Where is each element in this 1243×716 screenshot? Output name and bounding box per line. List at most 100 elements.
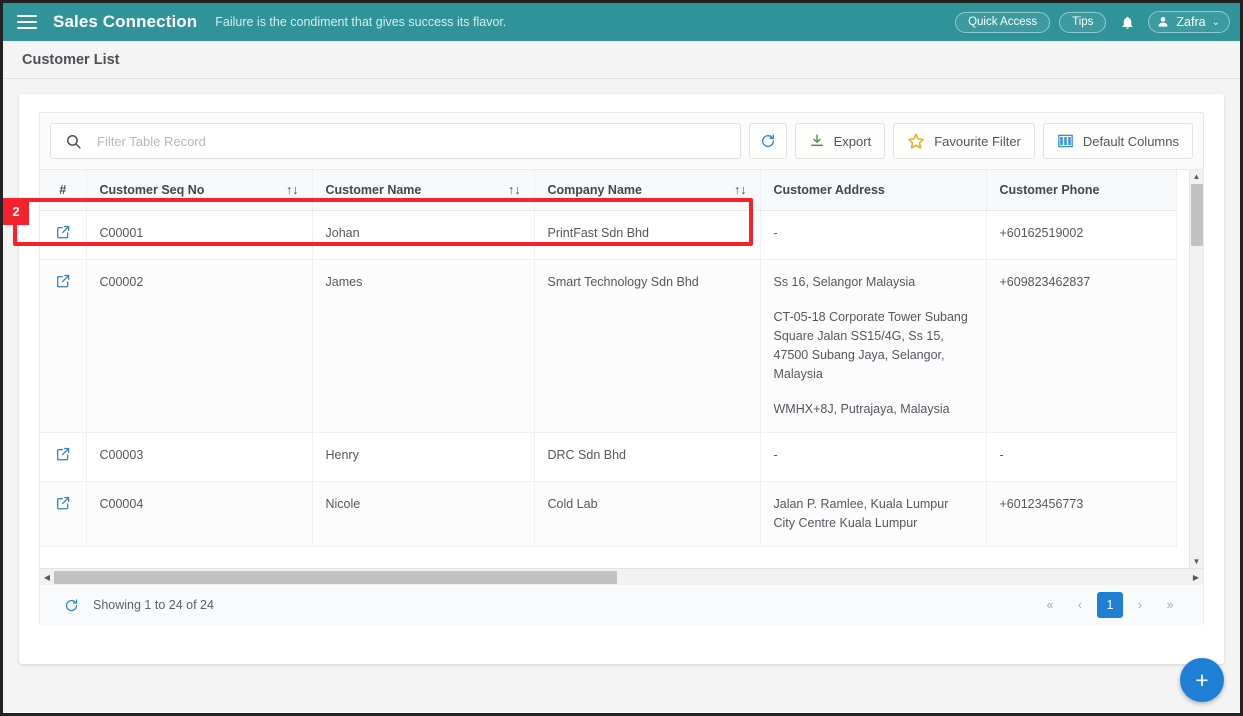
export-label: Export	[833, 133, 872, 149]
column-header-customer-name[interactable]: Customer Name ↑↓	[312, 170, 535, 211]
open-record-icon[interactable]	[55, 273, 71, 289]
hamburger-menu-icon[interactable]	[17, 14, 37, 30]
app-window: Sales Connection Failure is the condimen…	[0, 0, 1243, 716]
cell-customer-phone: +60123456773	[986, 481, 1177, 547]
address-line: -	[773, 225, 778, 240]
column-header-index: #	[40, 170, 87, 211]
column-header-customer-address: Customer Address	[760, 170, 987, 211]
column-label: Customer Phone	[999, 182, 1100, 197]
table-header-row: # Customer Seq No ↑↓ Customer Name ↑↓ Co…	[40, 170, 1177, 211]
column-label: #	[59, 182, 67, 197]
cell-customer-address: -	[760, 432, 987, 482]
download-icon	[810, 134, 823, 146]
search-icon	[67, 134, 81, 149]
address-line: -	[773, 447, 778, 462]
customer-table: # Customer Seq No ↑↓ Customer Name ↑↓ Co…	[40, 170, 1177, 547]
cell-customer-address: -	[760, 210, 987, 260]
table-row[interactable]: C00001 Johan PrintFast Sdn Bhd - +6016251900…	[40, 210, 1177, 260]
pagination-last-button[interactable]: »	[1157, 592, 1183, 618]
customer-list-card: Export Favourite Filter	[19, 94, 1224, 664]
cell-customer-phone: -	[986, 432, 1177, 482]
scroll-left-arrow-icon[interactable]: ◀	[40, 573, 54, 582]
open-in-new-icon[interactable]	[55, 224, 71, 240]
table-horizontal-scrollbar[interactable]: ◀ ▶	[40, 568, 1203, 585]
showing-summary: Showing 1 to 24 of 24	[64, 598, 214, 613]
quick-access-button[interactable]: Quick Access	[955, 11, 1051, 33]
notification-bell-icon[interactable]	[1115, 10, 1139, 34]
row-action-cell[interactable]	[40, 481, 87, 547]
cell-customer-seq-no: C00001	[86, 210, 313, 260]
open-in-new-icon[interactable]	[55, 495, 71, 511]
favourite-filter-button[interactable]: Favourite Filter	[893, 123, 1035, 159]
avatar-icon	[1159, 17, 1168, 27]
sort-icon[interactable]: ↑↓	[286, 183, 299, 197]
scroll-right-arrow-icon[interactable]: ▶	[1189, 573, 1203, 582]
table-scroll-area: # Customer Seq No ↑↓ Customer Name ↑↓ Co…	[40, 170, 1203, 568]
cell-customer-seq-no: C00002	[86, 259, 313, 433]
pagination-next-button[interactable]: ›	[1127, 592, 1153, 618]
refresh-icon[interactable]	[64, 598, 79, 613]
cell-customer-name: Johan	[312, 210, 535, 260]
filter-search-box[interactable]	[50, 123, 741, 159]
pagination-page-1[interactable]: 1	[1097, 592, 1123, 618]
showing-text: Showing 1 to 24 of 24	[93, 598, 214, 612]
page-header: Customer List	[3, 41, 1240, 79]
table-container: Export Favourite Filter	[39, 112, 1204, 625]
pagination: « ‹ 1 › »	[1037, 592, 1183, 618]
cell-customer-phone: +609823462837	[986, 259, 1177, 433]
open-record-icon[interactable]	[55, 224, 71, 240]
add-customer-fab-button[interactable]: +	[1180, 658, 1224, 702]
table-head: # Customer Seq No ↑↓ Customer Name ↑↓ Co…	[40, 170, 1177, 211]
open-record-icon[interactable]	[55, 495, 71, 511]
cell-customer-address: Ss 16, Selangor Malaysia CT-05-18 Corpora…	[760, 259, 987, 433]
plus-icon: +	[1195, 666, 1209, 693]
column-label: Customer Address	[773, 182, 885, 197]
column-header-customer-seq-no[interactable]: Customer Seq No ↑↓	[86, 170, 313, 211]
column-label: Customer Seq No	[99, 182, 205, 197]
scroll-up-arrow-icon[interactable]: ▲	[1190, 170, 1203, 183]
default-columns-button[interactable]: Default Columns	[1042, 123, 1193, 159]
cell-company-name: Smart Technology Sdn Bhd	[534, 259, 761, 433]
row-action-cell[interactable]	[40, 210, 87, 260]
tips-button[interactable]: Tips	[1059, 11, 1107, 33]
horizontal-scroll-track[interactable]	[54, 570, 1189, 585]
annotation-step-badge: 2	[3, 198, 29, 225]
row-action-cell[interactable]	[40, 432, 87, 482]
default-columns-label: Default Columns	[1082, 133, 1179, 149]
user-menu-button[interactable]: Zafra ⌄	[1148, 11, 1230, 33]
app-tagline: Failure is the condiment that gives succ…	[215, 15, 507, 29]
vertical-scroll-thumb[interactable]	[1191, 184, 1203, 246]
table-row[interactable]: C00003 Henry DRC Sdn Bhd - -	[40, 432, 1177, 482]
search-wrapper	[50, 123, 741, 159]
cell-customer-address: Jalan P. Ramlee, Kuala Lumpur City Centr…	[760, 481, 987, 547]
export-button[interactable]: Export	[794, 123, 886, 159]
pagination-first-button[interactable]: «	[1037, 592, 1063, 618]
column-header-company-name[interactable]: Company Name ↑↓	[534, 170, 761, 211]
cell-company-name: PrintFast Sdn Bhd	[534, 210, 761, 260]
sort-icon[interactable]: ↑↓	[508, 183, 521, 197]
table-row[interactable]: C00004 Nicole Cold Lab Jalan P. Ramlee, Kua…	[40, 481, 1177, 547]
scroll-down-arrow-icon[interactable]: ▼	[1190, 555, 1203, 568]
user-name-label: Zafra	[1176, 15, 1206, 29]
table-body: C00001 Johan PrintFast Sdn Bhd - +6016251900…	[40, 210, 1177, 547]
top-navigation-bar: Sales Connection Failure is the condimen…	[3, 3, 1240, 41]
column-label: Customer Name	[325, 182, 422, 197]
sort-icon[interactable]: ↑↓	[734, 183, 747, 197]
filter-table-record-input[interactable]	[95, 132, 740, 150]
open-record-icon[interactable]	[55, 446, 71, 462]
horizontal-scroll-thumb[interactable]	[54, 570, 617, 584]
cell-customer-phone: +60162519002	[986, 210, 1177, 260]
row-action-cell[interactable]	[40, 259, 87, 433]
chevron-down-icon: ⌄	[1211, 16, 1220, 28]
cell-customer-seq-no: C00004	[86, 481, 313, 547]
open-in-new-icon[interactable]	[55, 446, 71, 462]
table-row[interactable]: C00002 James Smart Technology Sdn Bhd Ss 16…	[40, 259, 1177, 433]
columns-icon	[1058, 134, 1073, 148]
open-in-new-icon[interactable]	[55, 273, 71, 289]
app-brand-title: Sales Connection	[53, 12, 198, 31]
pagination-prev-button[interactable]: ‹	[1067, 592, 1093, 618]
refresh-table-button[interactable]	[748, 123, 787, 159]
table-toolbar: Export Favourite Filter	[40, 113, 1203, 170]
star-icon	[908, 133, 925, 149]
table-vertical-scrollbar[interactable]: ▲ ▼	[1189, 170, 1203, 568]
